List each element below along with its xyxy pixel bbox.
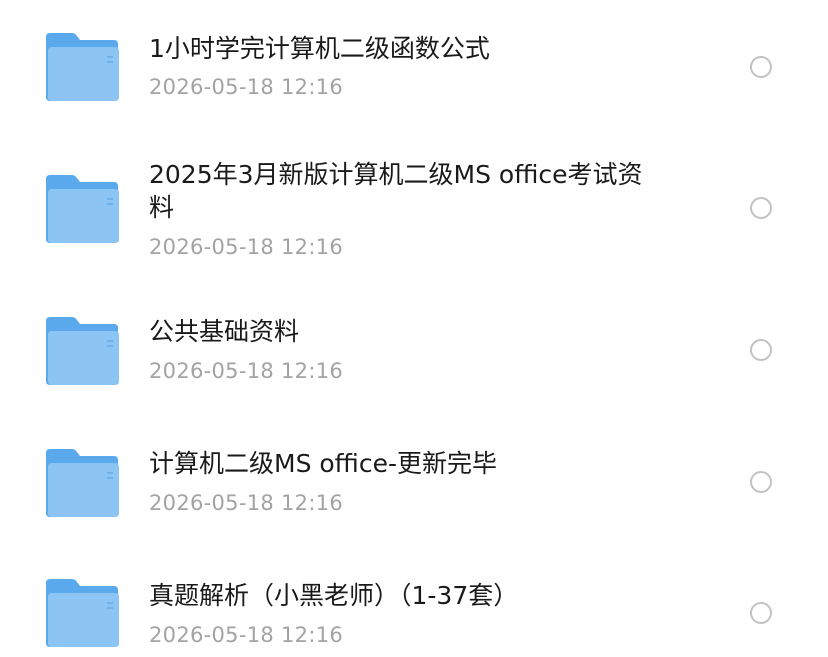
file-date: 2026-05-18 12:16 [149, 359, 344, 383]
file-name: 计算机二级MS office-更新完毕 [149, 449, 497, 478]
folder-icon [44, 175, 120, 243]
list-item[interactable]: 2025年3月新版计算机二级MS office考试资料 2026-05-18 1… [0, 132, 828, 282]
select-radio[interactable] [750, 197, 772, 219]
file-name: 公共基础资料 [149, 317, 300, 346]
file-date: 2026-05-18 12:16 [149, 75, 344, 99]
list-item[interactable]: 计算机二级MS office-更新完毕 2026-05-18 12:16 [0, 414, 828, 546]
file-date: 2026-05-18 12:16 [149, 235, 344, 259]
select-radio[interactable] [750, 339, 772, 361]
list-item[interactable]: 1小时学完计算机二级函数公式 2026-05-18 12:16 [0, 0, 828, 132]
select-radio[interactable] [750, 471, 772, 493]
folder-icon [44, 449, 120, 517]
list-item[interactable]: 公共基础资料 2026-05-18 12:16 [0, 282, 828, 414]
file-list: 1小时学完计算机二级函数公式 2026-05-18 12:16 2025年3月新… [0, 0, 828, 657]
file-name: 2025年3月新版计算机二级MS office考试资料 [149, 160, 643, 222]
file-date: 2026-05-18 12:16 [149, 623, 344, 647]
list-item[interactable]: 真题解析（小黑老师）（1-37套） 2026-05-18 12:16 [0, 546, 828, 657]
select-radio[interactable] [750, 602, 772, 624]
select-radio[interactable] [750, 56, 772, 78]
file-name: 真题解析（小黑老师）（1-37套） [149, 581, 519, 610]
folder-icon [44, 317, 120, 385]
file-date: 2026-05-18 12:16 [149, 491, 344, 515]
folder-icon [44, 33, 120, 101]
folder-icon [44, 579, 120, 647]
file-name: 1小时学完计算机二级函数公式 [149, 34, 490, 63]
